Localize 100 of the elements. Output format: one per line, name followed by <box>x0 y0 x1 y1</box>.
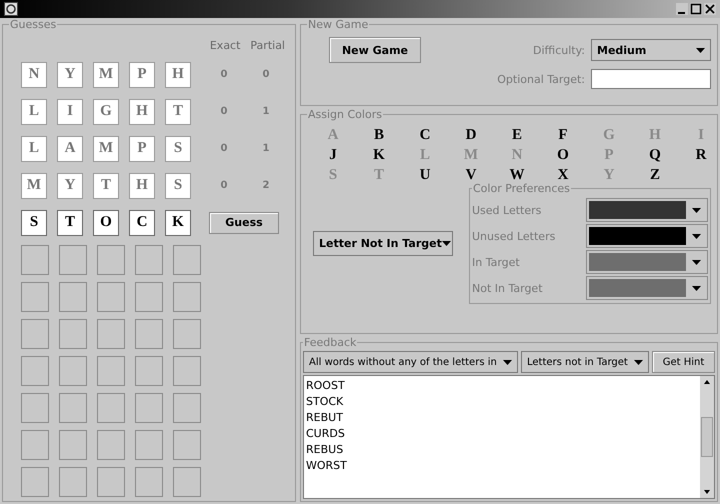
empty-tile <box>173 282 201 312</box>
empty-tile <box>135 318 163 348</box>
word-item[interactable]: ROOST <box>306 378 698 394</box>
mode-dropdown[interactable]: Letter Not In Target <box>313 230 453 256</box>
difficulty-dropdown[interactable]: Medium <box>591 39 711 61</box>
letter-tile: I <box>57 98 83 124</box>
empty-tile <box>59 282 87 312</box>
filter-dropdown[interactable]: All words without any of the letters in <box>303 351 518 373</box>
alphabet-letter[interactable]: B <box>371 127 387 144</box>
empty-tile <box>97 318 125 348</box>
color-dropdown[interactable] <box>586 250 708 274</box>
guess-button[interactable]: Guess <box>209 212 279 234</box>
alphabet-letter[interactable]: J <box>325 147 341 164</box>
word-item[interactable]: WORST <box>306 458 698 474</box>
letter-tile: T <box>93 172 119 198</box>
empty-tile <box>59 466 87 496</box>
alphabet-letter[interactable]: K <box>371 147 387 164</box>
exact-count: 0 <box>220 69 228 80</box>
dropdown-arrow-icon <box>634 360 643 364</box>
exact-count: 0 <box>220 180 228 191</box>
letter-tile[interactable]: S <box>21 210 47 236</box>
alphabet-letter[interactable]: Q <box>647 147 663 164</box>
alphabet-letter[interactable]: Z <box>647 167 663 184</box>
letter-tile: H <box>129 172 155 198</box>
letter-tile: Y <box>57 62 83 88</box>
letter-tile: S <box>165 136 191 162</box>
dropdown-arrow-icon <box>692 234 701 238</box>
empty-tile <box>173 318 201 348</box>
alphabet-letter[interactable]: W <box>509 167 525 184</box>
word-item[interactable]: CURDS <box>306 426 698 442</box>
letter-tile: H <box>129 98 155 124</box>
letter-tile: H <box>165 62 191 88</box>
empty-tile <box>97 466 125 496</box>
alphabet-letter[interactable]: R <box>693 147 709 164</box>
minimize-icon[interactable] <box>676 3 688 15</box>
empty-tile <box>21 244 49 274</box>
word-item[interactable]: REBUT <box>306 410 698 426</box>
empty-tile <box>173 356 201 386</box>
word-item[interactable]: STOCK <box>306 394 698 410</box>
panel-title: Color Preferences <box>472 182 571 195</box>
empty-tile <box>21 466 49 496</box>
empty-tile <box>21 392 49 422</box>
difficulty-label: Difficulty: <box>533 44 585 56</box>
alphabet-letter[interactable]: C <box>417 127 433 144</box>
empty-tile <box>97 430 125 460</box>
get-hint-button[interactable]: Get Hint <box>652 351 715 373</box>
empty-tile <box>135 466 163 496</box>
panel-title: Guesses <box>9 18 58 31</box>
alphabet-letter[interactable]: O <box>555 147 571 164</box>
letter-tile: N <box>21 62 47 88</box>
target-input-field[interactable] <box>591 69 711 89</box>
empty-tile <box>135 356 163 386</box>
color-dropdown[interactable] <box>586 276 708 300</box>
panel-title: New Game <box>307 18 370 31</box>
new-game-button[interactable]: New Game <box>329 37 421 63</box>
preference-label: Unused Letters <box>472 230 556 242</box>
empty-tile <box>21 356 49 386</box>
letter-tile: A <box>57 136 83 162</box>
dropdown-arrow-icon <box>503 360 512 364</box>
word-item[interactable]: REBUS <box>306 442 698 458</box>
scroll-thumb[interactable] <box>701 417 713 457</box>
partial-count: 1 <box>262 143 270 154</box>
alphabet-letter[interactable]: D <box>463 127 479 144</box>
letter-tile[interactable]: T <box>57 210 83 236</box>
empty-tile <box>97 356 125 386</box>
alphabet-letter[interactable]: U <box>417 167 433 184</box>
target-label: Optional Target: <box>497 72 585 86</box>
dropdown-arrow-icon <box>692 260 701 264</box>
exact-count: 0 <box>220 106 228 117</box>
letter-tile[interactable]: C <box>129 210 155 236</box>
panel-title: Assign Colors <box>307 108 383 121</box>
alphabet-letter[interactable]: X <box>555 167 571 184</box>
empty-tile <box>21 430 49 460</box>
empty-tile <box>97 282 125 312</box>
letter-tile: M <box>21 172 47 198</box>
alphabet-letter[interactable]: F <box>555 127 571 144</box>
close-icon[interactable] <box>704 3 716 15</box>
letter-tile[interactable]: O <box>93 210 119 236</box>
dropdown-arrow-icon <box>692 286 701 290</box>
scrollbar[interactable] <box>700 376 714 498</box>
letter-tile: G <box>93 98 119 124</box>
source-dropdown[interactable]: Letters not in Target <box>521 351 649 373</box>
empty-tile <box>59 392 87 422</box>
alphabet-letter[interactable]: E <box>509 127 525 144</box>
alphabet-letter[interactable]: V <box>463 167 479 184</box>
maximize-icon[interactable] <box>690 3 702 15</box>
column-header: Partial <box>250 39 285 52</box>
letter-tile: P <box>129 62 155 88</box>
letter-tile[interactable]: K <box>165 210 191 236</box>
color-dropdown[interactable] <box>586 198 708 222</box>
exact-count: 0 <box>220 143 228 154</box>
empty-tile <box>135 430 163 460</box>
empty-tile <box>59 318 87 348</box>
color-dropdown[interactable] <box>586 224 708 248</box>
letter-tile: P <box>129 136 155 162</box>
empty-tile <box>59 244 87 274</box>
empty-tile <box>173 392 201 422</box>
letter-tile: T <box>165 98 191 124</box>
preference-label: In Target <box>472 256 520 268</box>
letter-tile: L <box>21 98 47 124</box>
